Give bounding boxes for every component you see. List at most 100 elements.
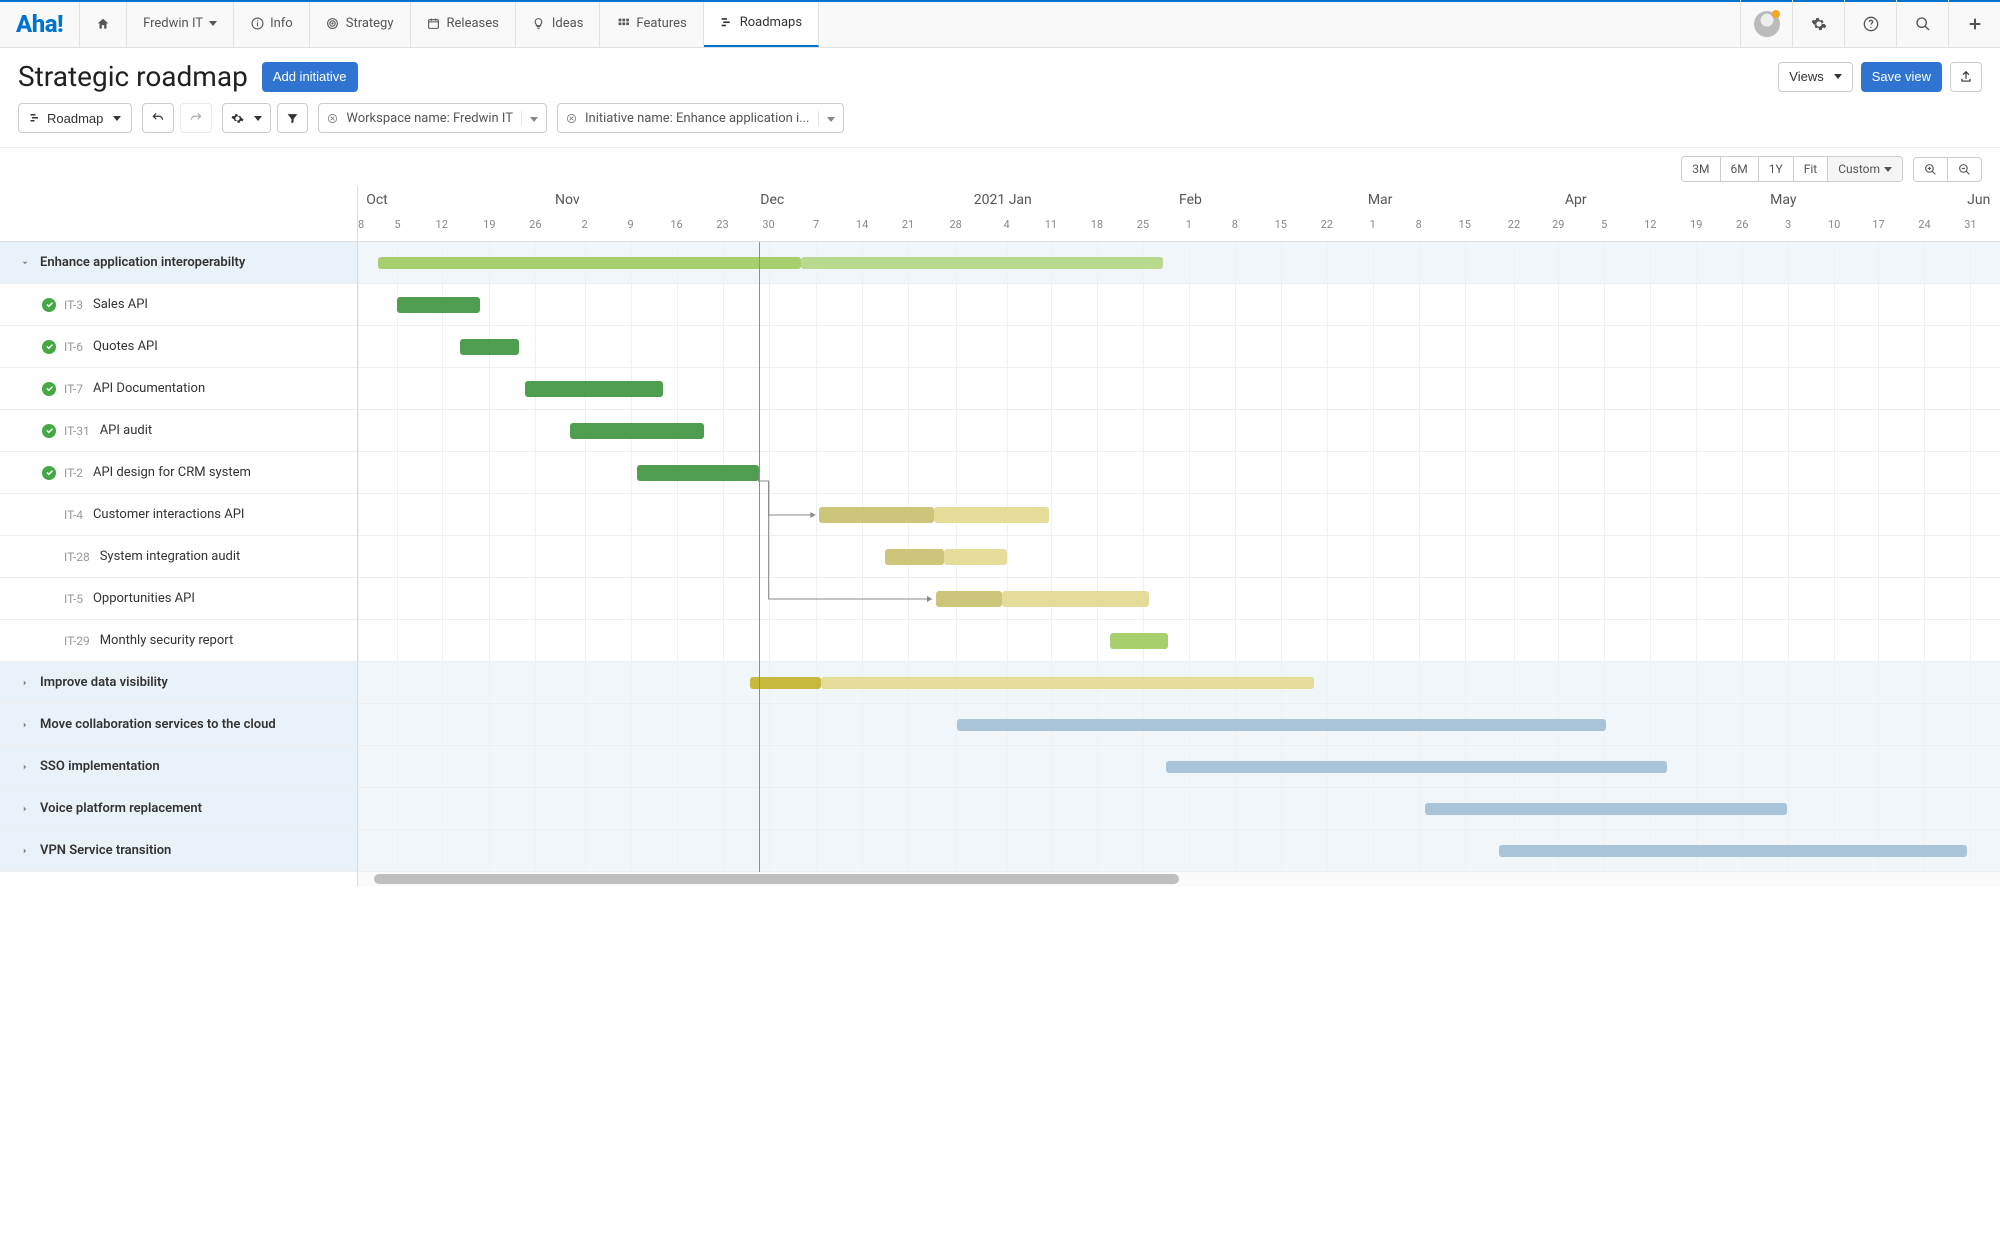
chevron-right-icon[interactable] (20, 678, 32, 688)
chevron-right-icon[interactable] (20, 720, 32, 730)
task-id: IT-2 (64, 466, 83, 480)
day-label: 31 (1964, 218, 1976, 231)
horizontal-scrollbar[interactable] (358, 872, 2000, 886)
gantt-bar[interactable] (957, 719, 1606, 731)
add-initiative-button[interactable]: Add initiative (262, 62, 358, 92)
nav-home[interactable] (80, 0, 127, 47)
page-header: Strategic roadmap Add initiative Views S… (0, 48, 2000, 99)
task-row[interactable]: IT-29Monthly security report (0, 620, 357, 662)
range-1y[interactable]: 1Y (1759, 157, 1794, 181)
task-row[interactable]: IT-4Customer interactions API (0, 494, 357, 536)
nav-releases[interactable]: Releases (411, 0, 516, 47)
undo-button[interactable] (142, 103, 174, 133)
gantt-bar[interactable] (944, 549, 1006, 565)
views-dropdown[interactable]: Views (1778, 62, 1852, 92)
task-row[interactable]: IT-3Sales API (0, 284, 357, 326)
gantt-bar[interactable] (750, 677, 821, 689)
help-button[interactable] (1844, 0, 1896, 47)
month-label: 2021 Jan (974, 192, 1032, 208)
gantt-bar[interactable] (819, 507, 934, 523)
initiative-row[interactable]: SSO implementation (0, 746, 357, 788)
gantt-bar[interactable] (1002, 591, 1150, 607)
chevron-right-icon[interactable] (20, 762, 32, 772)
search-button[interactable] (1896, 0, 1948, 47)
range-3m[interactable]: 3M (1682, 157, 1720, 181)
status-badge (42, 424, 56, 438)
range-custom[interactable]: Custom (1828, 157, 1902, 181)
gantt-bar[interactable] (378, 257, 802, 269)
add-button[interactable] (1948, 0, 2000, 47)
redo-button[interactable] (180, 103, 212, 133)
timeline-row (358, 788, 2000, 830)
workspace-selector[interactable]: Fredwin IT (127, 0, 234, 47)
task-id: IT-29 (64, 634, 90, 648)
nav-strategy[interactable]: Strategy (310, 0, 411, 47)
settings-button[interactable] (1792, 0, 1844, 47)
gantt-bar[interactable] (801, 257, 1162, 269)
caret-down-icon (1884, 167, 1892, 172)
top-navbar: Aha! Fredwin IT Info Strategy Releases I… (0, 0, 2000, 48)
task-row[interactable]: IT-2API design for CRM system (0, 452, 357, 494)
zoom-in-button[interactable] (1914, 158, 1948, 181)
task-label: Sales API (93, 297, 148, 312)
filter-workspace[interactable]: Workspace name: Fredwin IT (318, 103, 547, 133)
gantt-bar[interactable] (885, 549, 944, 565)
task-row[interactable]: IT-6Quotes API (0, 326, 357, 368)
task-row[interactable]: IT-31API audit (0, 410, 357, 452)
nav-info[interactable]: Info (234, 0, 310, 47)
initiative-row[interactable]: VPN Service transition (0, 830, 357, 872)
settings-dropdown[interactable] (222, 103, 271, 133)
logo[interactable]: Aha! (0, 0, 80, 47)
task-row[interactable]: IT-28System integration audit (0, 536, 357, 578)
initiative-row[interactable]: Voice platform replacement (0, 788, 357, 830)
gantt-bar[interactable] (1499, 845, 1967, 857)
gantt-bar[interactable] (460, 339, 519, 355)
gantt-bar[interactable] (1425, 803, 1786, 815)
nav-ideas[interactable]: Ideas (516, 0, 601, 47)
user-avatar[interactable] (1740, 0, 1792, 47)
filter-button[interactable] (277, 103, 308, 133)
funnel-icon (286, 112, 299, 125)
gantt-bar[interactable] (821, 677, 1314, 689)
roadmap-type-dropdown[interactable]: Roadmap (18, 103, 132, 133)
status-badge (42, 340, 56, 354)
gantt-bar[interactable] (1166, 761, 1667, 773)
zoom-out-button[interactable] (1948, 158, 1981, 181)
day-label: 9 (627, 218, 633, 231)
filter-initiative[interactable]: Initiative name: Enhance application i..… (557, 103, 843, 133)
chevron-right-icon[interactable] (20, 804, 32, 814)
timeline-row (358, 662, 2000, 704)
month-label: Jun (1967, 192, 1990, 208)
chevron-right-icon[interactable] (20, 846, 32, 856)
gantt-bar[interactable] (1110, 633, 1167, 649)
share-button[interactable] (1950, 62, 1982, 92)
day-label: 24 (1918, 218, 1930, 231)
scrollbar-thumb[interactable] (374, 874, 1179, 884)
filter-bar: Roadmap Workspace name: Fredwin IT Initi… (0, 99, 2000, 148)
gantt-bar[interactable] (637, 465, 759, 481)
nav-features[interactable]: Features (600, 0, 703, 47)
timeline-row (358, 410, 2000, 452)
gantt-bar[interactable] (570, 423, 705, 439)
remove-filter-icon[interactable] (319, 113, 346, 124)
remove-filter-icon[interactable] (558, 113, 585, 124)
caret-down-icon[interactable] (521, 111, 546, 126)
initiative-row[interactable]: Improve data visibility (0, 662, 357, 704)
gantt-bar[interactable] (936, 591, 1002, 607)
initiative-row[interactable]: Move collaboration services to the cloud (0, 704, 357, 746)
range-fit[interactable]: Fit (1794, 157, 1828, 181)
undo-icon (151, 111, 165, 125)
nav-roadmaps[interactable]: Roadmaps (704, 0, 819, 47)
gantt-bar[interactable] (934, 507, 1049, 523)
gantt-bar[interactable] (397, 297, 479, 313)
gantt-icon (720, 16, 734, 30)
chevron-down-icon[interactable] (20, 258, 32, 268)
range-6m[interactable]: 6M (1721, 157, 1759, 181)
day-label: 5 (1601, 218, 1607, 231)
save-view-button[interactable]: Save view (1861, 62, 1942, 92)
caret-down-icon[interactable] (818, 111, 843, 126)
gantt-bar[interactable] (525, 381, 663, 397)
initiative-row[interactable]: Enhance application interoperabilty (0, 242, 357, 284)
task-row[interactable]: IT-5Opportunities API (0, 578, 357, 620)
task-row[interactable]: IT-7API Documentation (0, 368, 357, 410)
